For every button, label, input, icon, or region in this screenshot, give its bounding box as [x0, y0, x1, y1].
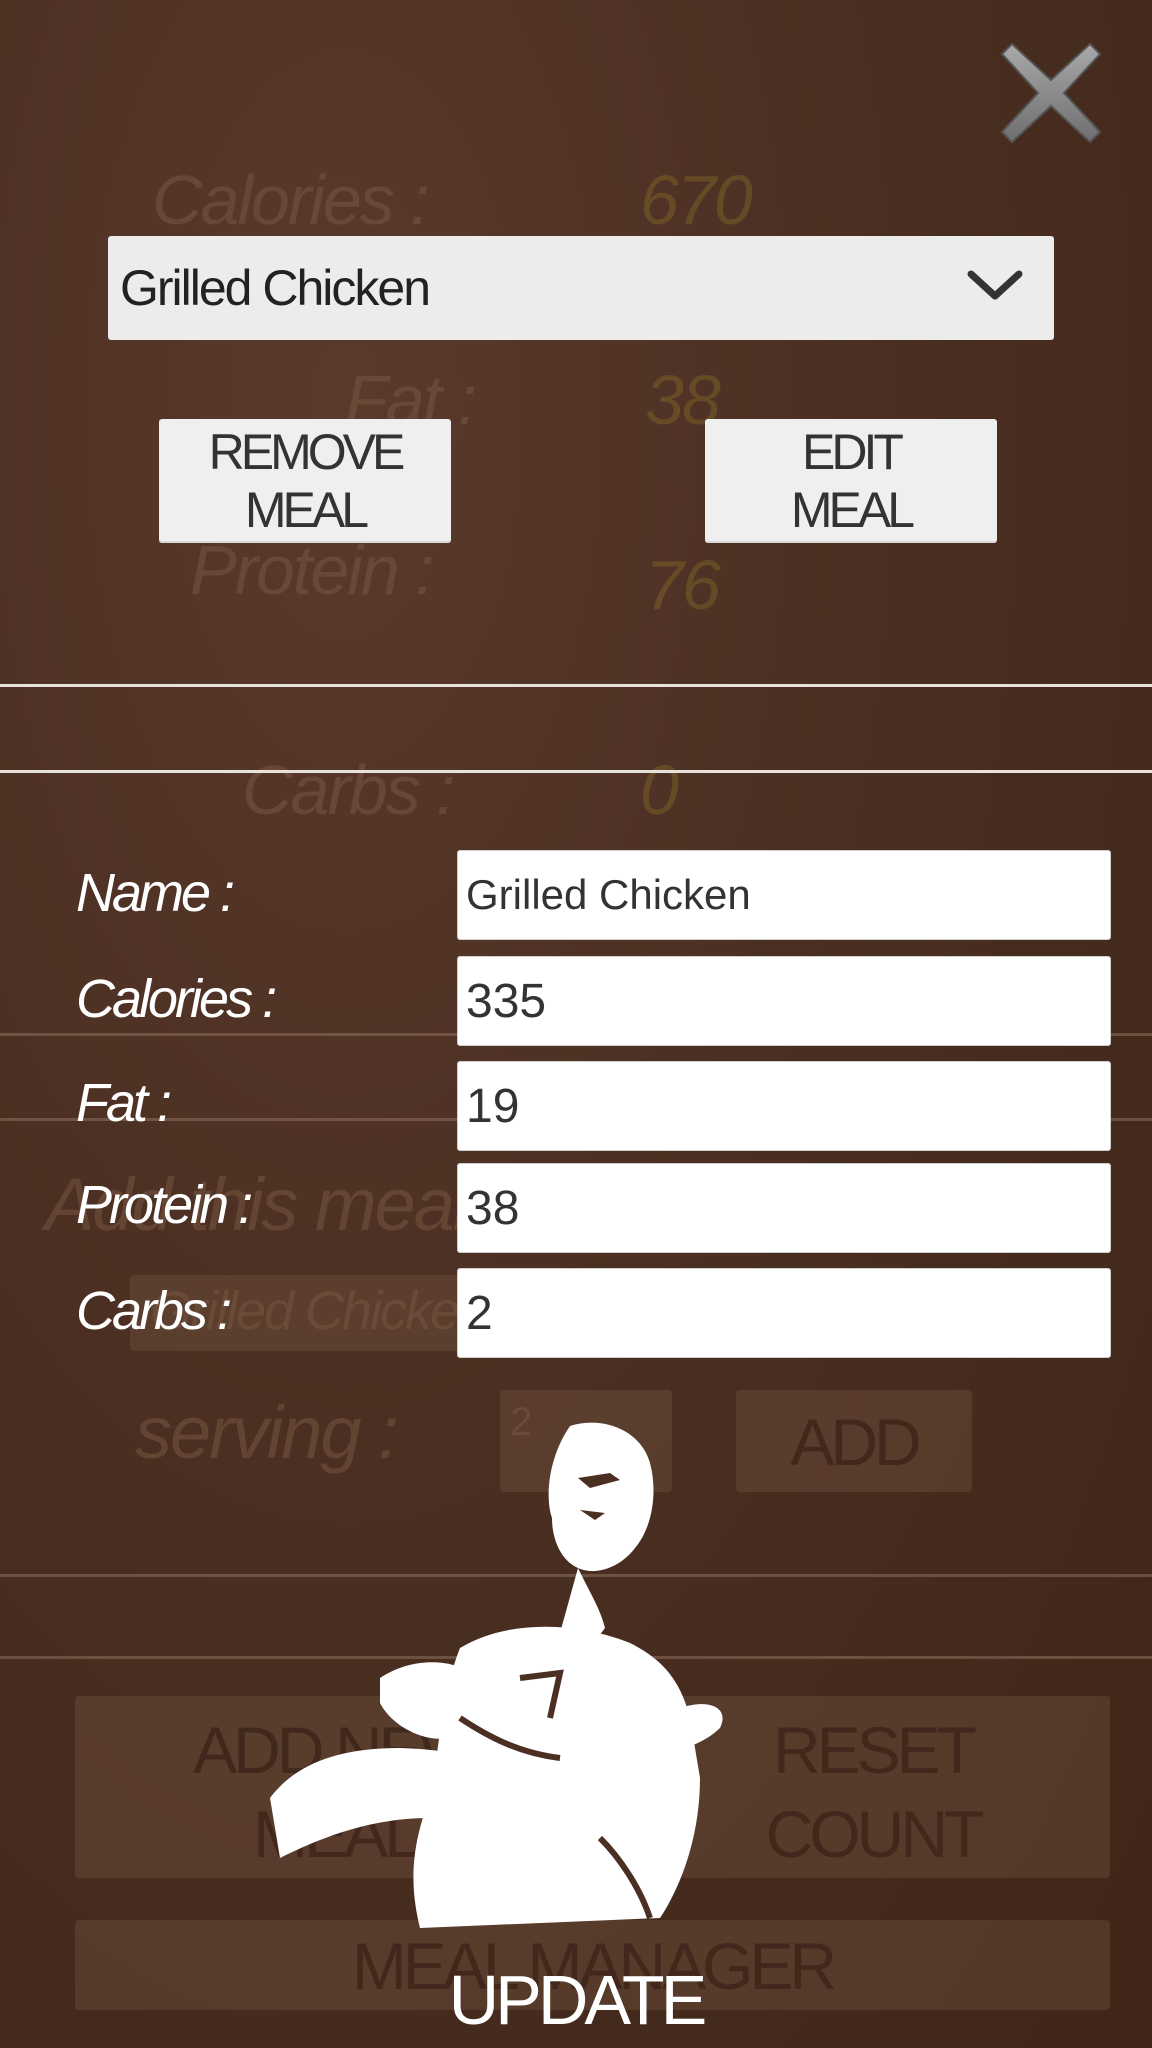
edit-meal-button[interactable]: EDIT MEAL: [705, 419, 997, 543]
protein-input[interactable]: [457, 1163, 1111, 1253]
close-button[interactable]: [998, 40, 1104, 146]
fat-label: Fat :: [76, 1073, 172, 1133]
calories-label: Calories :: [76, 969, 277, 1029]
fat-input[interactable]: [457, 1061, 1111, 1151]
bg-calories-label: Calories :: [152, 161, 430, 239]
meal-dropdown[interactable]: Grilled Chicken: [108, 236, 1054, 340]
bg-carbs-value: 0: [640, 751, 679, 829]
bg-calories-value: 670: [640, 161, 753, 239]
update-button[interactable]: UPDATE: [0, 1960, 1152, 2040]
bodybuilder-silhouette-image: [270, 1422, 723, 1928]
section-divider: [0, 684, 1152, 687]
meal-dropdown-value: Grilled Chicken: [120, 260, 431, 316]
carbs-input[interactable]: [457, 1268, 1111, 1358]
section-divider: [0, 770, 1152, 773]
edit-meal-label: EDIT MEAL: [790, 424, 915, 538]
calories-input[interactable]: [457, 956, 1111, 1046]
name-label: Name :: [76, 863, 235, 923]
protein-label: Protein :: [76, 1175, 253, 1235]
carbs-label: Carbs :: [76, 1281, 232, 1341]
close-x-icon: [1000, 42, 1102, 144]
remove-meal-label: REMOVE MEAL: [208, 424, 406, 538]
chevron-down-icon: [967, 270, 1023, 300]
name-input[interactable]: [457, 850, 1111, 940]
remove-meal-button[interactable]: REMOVE MEAL: [159, 419, 451, 543]
bg-protein-value: 76: [645, 546, 721, 624]
bg-carbs-label: Carbs :: [242, 751, 456, 829]
